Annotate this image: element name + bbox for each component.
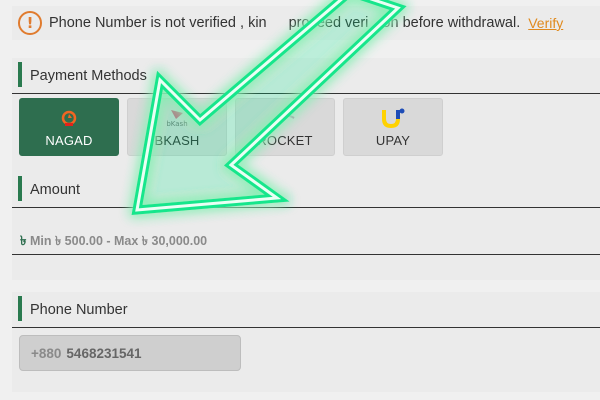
verify-link[interactable]: Verify [528, 15, 563, 31]
method-nagad[interactable]: NAGAD [19, 98, 119, 156]
upay-logo [380, 107, 406, 129]
rocket-logo [274, 107, 296, 129]
phone-number-title: Phone Number [30, 301, 128, 318]
method-upay-label: UPAY [375, 132, 411, 148]
amount-title: Amount [30, 181, 80, 198]
amount-header: Amount [12, 172, 600, 208]
phone-prefix: +880 [31, 345, 62, 361]
method-bkash[interactable]: bKash BKASH [127, 98, 227, 156]
payment-methods-header: Payment Methods [12, 58, 600, 94]
taka-icon: ৳ [20, 233, 27, 248]
payment-methods-title: Payment Methods [30, 67, 147, 84]
amount-range-text: Min ৳ 500.00 - Max ৳ 30,000.00 [29, 234, 208, 248]
verification-alert: ! Phone Number is not verified , kin proc… [12, 6, 600, 40]
amount-limits: ৳ Min ৳ 500.00 - Max ৳ 30,000.00 [20, 232, 207, 253]
amount-divider [12, 254, 600, 255]
method-bkash-label: BKASH [154, 132, 200, 148]
phone-number-section: Phone Number +880 5468231541 [12, 292, 600, 392]
method-rocket[interactable]: ROCKET [235, 98, 335, 156]
phone-value: 5468231541 [66, 345, 142, 361]
exclamation-circle-icon: ! [18, 11, 42, 35]
phone-number-header: Phone Number [12, 292, 600, 328]
nagad-logo [60, 107, 78, 129]
payment-method-list: NAGAD bKash BKASH ROCKET UPAY [19, 98, 443, 156]
payment-methods-section: Payment Methods NAGAD bKash BKASH ROCKET… [12, 58, 600, 172]
phone-number-field[interactable]: +880 5468231541 [19, 335, 241, 371]
bkash-logo: bKash [166, 107, 188, 129]
amount-section: Amount ৳ Min ৳ 500.00 - Max ৳ 30,000.00 [12, 172, 600, 280]
method-upay[interactable]: UPAY [343, 98, 443, 156]
alert-message: Phone Number is not verified , kin procee… [49, 15, 521, 31]
method-nagad-label: NAGAD [45, 132, 93, 148]
method-rocket-label: ROCKET [257, 132, 313, 148]
